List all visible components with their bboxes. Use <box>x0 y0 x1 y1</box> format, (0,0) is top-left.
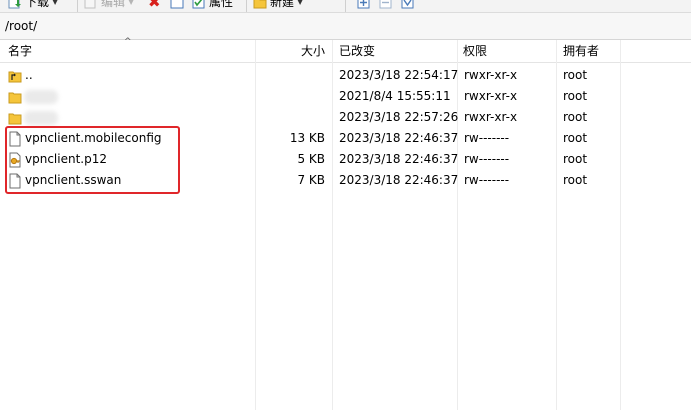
properties-icon <box>192 0 206 9</box>
file-owner: root <box>563 68 588 82</box>
file-permissions: rwxr-xr-x <box>464 89 518 103</box>
new-label: 新建 <box>270 0 295 9</box>
file-owner: root <box>563 173 588 187</box>
column-header-owner[interactable]: 拥有者 <box>563 40 599 62</box>
file-permissions: rw------- <box>464 152 510 166</box>
file-modified: 2023/3/18 22:46:37 <box>339 173 459 187</box>
toolbar: 下载 ▼ 编辑 ▼ ✖ 属性 新建 ▼ <box>0 0 691 13</box>
separator <box>246 0 247 12</box>
file-permissions: rwxr-xr-x <box>464 68 518 82</box>
column-header-permissions[interactable]: 权限 <box>463 40 487 62</box>
file-permissions: rw------- <box>464 131 510 145</box>
separator <box>345 0 346 12</box>
chevron-down-icon[interactable]: ▼ <box>297 0 303 10</box>
file-list-header: 名字 ^ 大小 已改变 权限 拥有者 <box>0 37 691 63</box>
edit-icon <box>84 0 98 9</box>
highlight-box <box>5 126 180 194</box>
edit-button[interactable]: 编辑 ▼ <box>84 0 134 10</box>
file-owner: root <box>563 131 588 145</box>
file-permissions: rw------- <box>464 173 510 187</box>
rename-button[interactable] <box>170 0 184 10</box>
file-modified: 2021/8/4 15:55:11 <box>339 89 451 103</box>
filter-icon <box>401 0 415 9</box>
filter-button[interactable] <box>401 0 415 10</box>
parent-folder-icon <box>8 68 22 84</box>
sort-ascending-icon: ^ <box>124 37 132 47</box>
separator <box>77 0 78 12</box>
folder-icon <box>8 89 22 105</box>
expand-button[interactable] <box>357 0 371 10</box>
path-bar[interactable]: /root/ <box>0 13 691 40</box>
chevron-down-icon[interactable]: ▼ <box>52 0 58 10</box>
column-header-size[interactable]: 大小 <box>301 40 325 62</box>
rename-icon <box>170 0 184 9</box>
file-modified: 2023/3/18 22:57:26 <box>339 110 459 124</box>
file-size: 5 KB <box>297 152 325 166</box>
column-header-name[interactable]: 名字 <box>8 40 32 62</box>
download-label: 下载 <box>25 0 50 9</box>
file-modified: 2023/3/18 22:46:37 <box>339 152 459 166</box>
file-name: .. <box>25 68 33 82</box>
file-owner: root <box>563 152 588 166</box>
properties-label: 属性 <box>209 0 234 9</box>
file-permissions: rwxr-xr-x <box>464 110 518 124</box>
delete-button[interactable]: ✖ <box>148 0 161 10</box>
file-owner: root <box>563 110 588 124</box>
file-modified: 2023/3/18 22:46:37 <box>339 131 459 145</box>
plus-icon <box>357 0 371 9</box>
file-modified: 2023/3/18 22:54:17 <box>339 68 459 82</box>
current-path: /root/ <box>5 19 38 33</box>
new-folder-icon <box>253 0 267 9</box>
file-owner: root <box>563 89 588 103</box>
file-size: 13 KB <box>289 131 325 145</box>
file-row[interactable]: 2021/8/4 15:55:11 rwxr-xr-x root <box>0 86 691 107</box>
minus-icon <box>379 0 393 9</box>
file-row[interactable]: 2023/3/18 22:57:26 rwxr-xr-x root <box>0 107 691 128</box>
properties-button[interactable]: 属性 <box>192 0 233 10</box>
redacted-name <box>24 90 58 104</box>
download-icon <box>8 0 22 9</box>
delete-icon: ✖ <box>148 0 161 11</box>
chevron-down-icon[interactable]: ▼ <box>128 0 134 10</box>
edit-label: 编辑 <box>101 0 126 9</box>
folder-icon <box>8 110 22 126</box>
collapse-button[interactable] <box>379 0 393 10</box>
file-row[interactable]: .. 2023/3/18 22:54:17 rwxr-xr-x root <box>0 65 691 86</box>
redacted-name <box>24 111 58 125</box>
new-button[interactable]: 新建 ▼ <box>253 0 303 10</box>
column-header-modified[interactable]: 已改变 <box>339 40 375 62</box>
download-button[interactable]: 下载 ▼ <box>8 0 58 10</box>
file-size: 7 KB <box>297 173 325 187</box>
